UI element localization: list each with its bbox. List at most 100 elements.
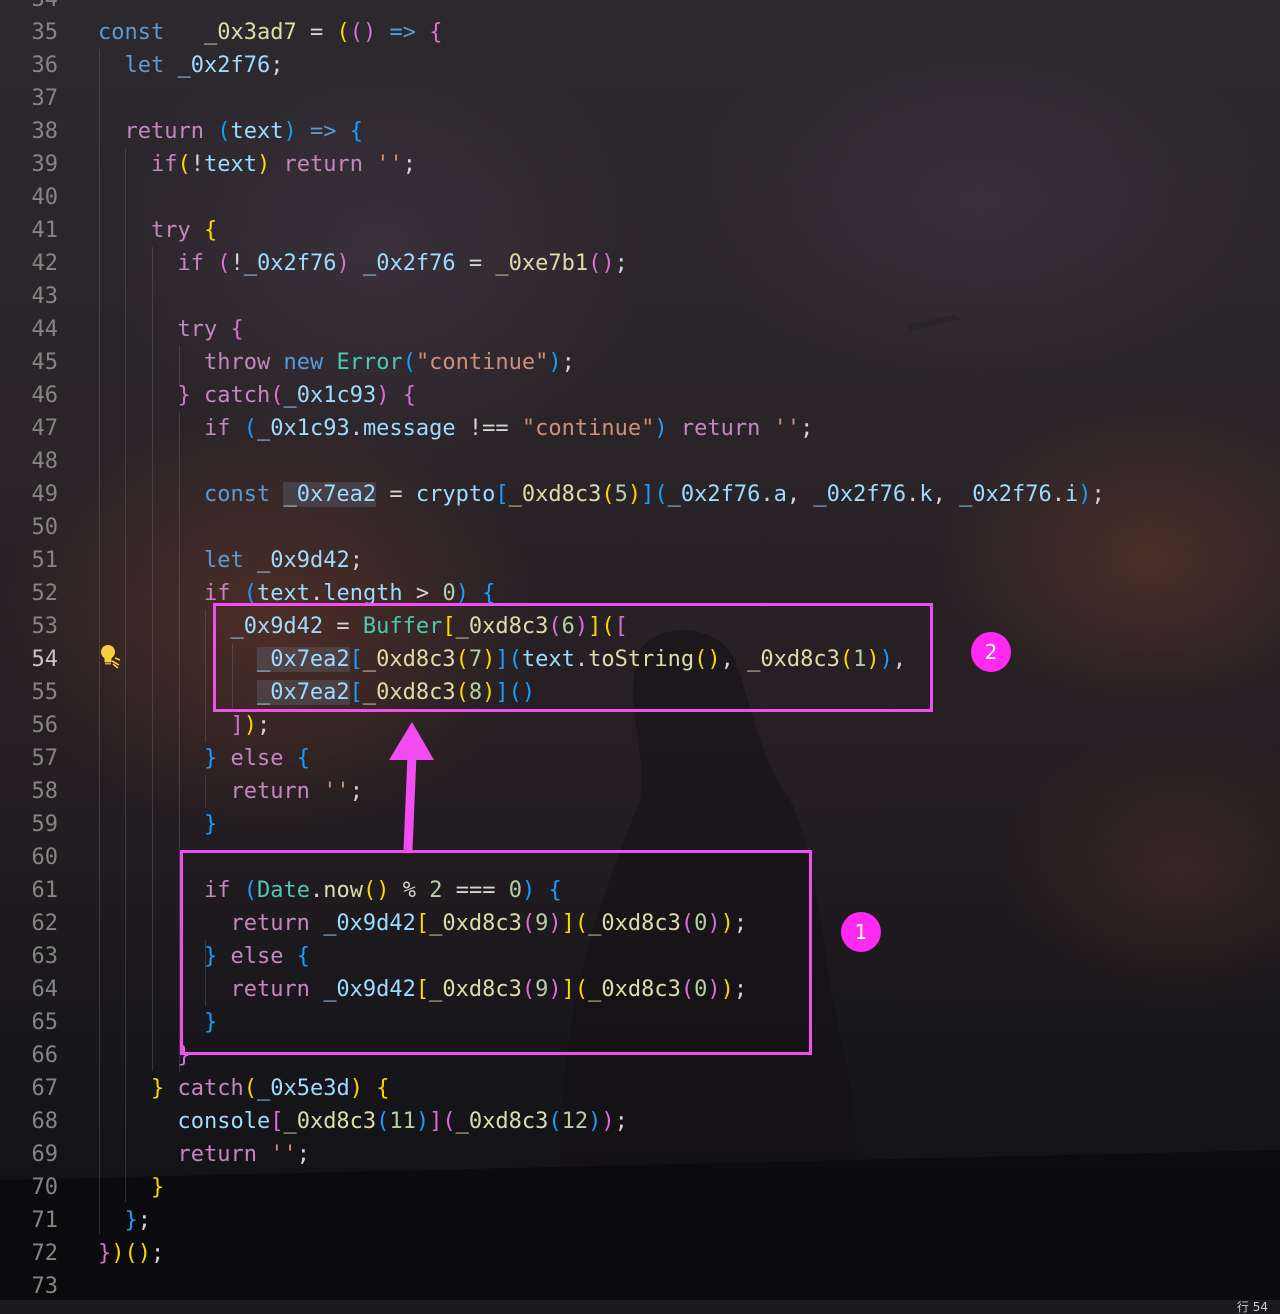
line-number: 47 [31,416,59,441]
code-line[interactable]: 73 [0,1270,1280,1303]
code-token: k [919,482,933,507]
code-token: { [296,746,310,771]
code-line[interactable]: 57 } else { [0,742,1280,775]
code-line[interactable]: 49 const _0x7ea2 = crypto[_0xd8c3(5)](_0… [0,478,1280,511]
code-token: let [124,53,165,78]
code-token: console [177,1109,271,1134]
code-line[interactable]: 72})(); [0,1237,1280,1270]
line-number: 66 [31,1043,59,1068]
code-line[interactable]: 41 try { [0,214,1280,247]
code-line[interactable]: 37 [0,82,1280,115]
code-line[interactable]: 67 } catch(_0x5e3d) { [0,1072,1280,1105]
line-number: 57 [31,746,59,771]
line-number: 37 [31,86,59,111]
code-token: '' [773,416,801,441]
code-line[interactable]: 71 }; [0,1204,1280,1237]
code-text: let _0x9d42; [98,544,363,577]
code-token: ( [217,119,231,144]
line-number: 39 [31,152,59,177]
code-token: '' [323,779,350,804]
code-token: ] [641,482,655,507]
code-token: let [203,548,244,573]
code-line[interactable]: 34 [0,0,1280,16]
line-number: 49 [31,482,59,507]
code-token: { [429,20,443,45]
code-token: ; [561,350,575,375]
code-line[interactable]: 68 console[_0xd8c3(11)](_0xd8c3(12)); [0,1105,1280,1138]
code-line[interactable]: 69 return ''; [0,1138,1280,1171]
code-token: _0x7ea2 [283,482,377,507]
lightbulb-icon[interactable] [98,643,122,669]
code-token: 5 [614,482,628,507]
code-token: ; [614,251,628,276]
code-line[interactable]: 70 } [0,1171,1280,1204]
code-text: let _0x2f76; [98,49,284,82]
code-text: } else { [98,742,310,775]
code-line[interactable]: 35 const _0x3ad7 = (() => { [0,16,1280,49]
code-token: ( [270,383,284,408]
code-token: ) [654,416,668,441]
code-line[interactable]: 56 ]); [0,709,1280,742]
annotation-box-1 [180,850,812,1055]
code-token: ; [800,416,814,441]
code-text: } [98,1039,190,1072]
code-line[interactable]: 47 if (_0x1c93.message !== "continue") r… [0,412,1280,445]
code-line[interactable]: 59 } [0,808,1280,841]
line-number: 68 [31,1109,59,1134]
code-token: ( [402,350,416,375]
code-line[interactable]: 36 let _0x2f76; [0,49,1280,82]
code-token: '' [376,152,403,177]
line-number: 50 [31,515,59,540]
cursor-position[interactable]: 行 54 [1237,1301,1268,1314]
line-number: 63 [31,944,59,969]
code-line[interactable]: 44 try { [0,313,1280,346]
code-token: const [98,20,165,45]
code-token: i [1065,482,1079,507]
code-line[interactable]: 39 if(!text) return ''; [0,148,1280,181]
code-line[interactable]: 38 return (text) => { [0,115,1280,148]
code-token: . [349,416,363,441]
code-token: 12 [561,1109,589,1134]
code-line[interactable]: 48 [0,445,1280,478]
code-line[interactable]: 43 [0,280,1280,313]
code-token: ) [627,482,642,507]
code-line[interactable]: 46 } catch(_0x1c93) { [0,379,1280,412]
code-token: ) [1078,482,1092,507]
code-line[interactable]: 40 [0,181,1280,214]
code-token: text [230,119,284,144]
code-token: ; [349,548,363,573]
code-token: if [150,152,178,177]
code-line[interactable]: 45 throw new Error("continue"); [0,346,1280,379]
code-token: } [124,1208,138,1233]
code-token: ) [415,1109,430,1134]
code-line[interactable]: 50 [0,511,1280,544]
line-number: 61 [31,878,59,903]
annotation-badge-1: 1 [841,912,881,952]
code-token: () [349,20,377,45]
code-token: = [455,251,496,276]
code-line[interactable]: 42 if (!_0x2f76) _0x2f76 = _0xe7b1(); [0,247,1280,280]
code-token: ) [601,1109,615,1134]
line-number: 70 [31,1175,59,1200]
code-line[interactable]: 58 return ''; [0,775,1280,808]
code-token: = [296,20,337,45]
code-token: } [177,383,191,408]
line-number: 60 [31,845,59,870]
code-line[interactable]: 51 let _0x9d42; [0,544,1280,577]
line-number: 56 [31,713,59,738]
code-token: else [230,746,284,771]
code-token: ( [601,482,615,507]
